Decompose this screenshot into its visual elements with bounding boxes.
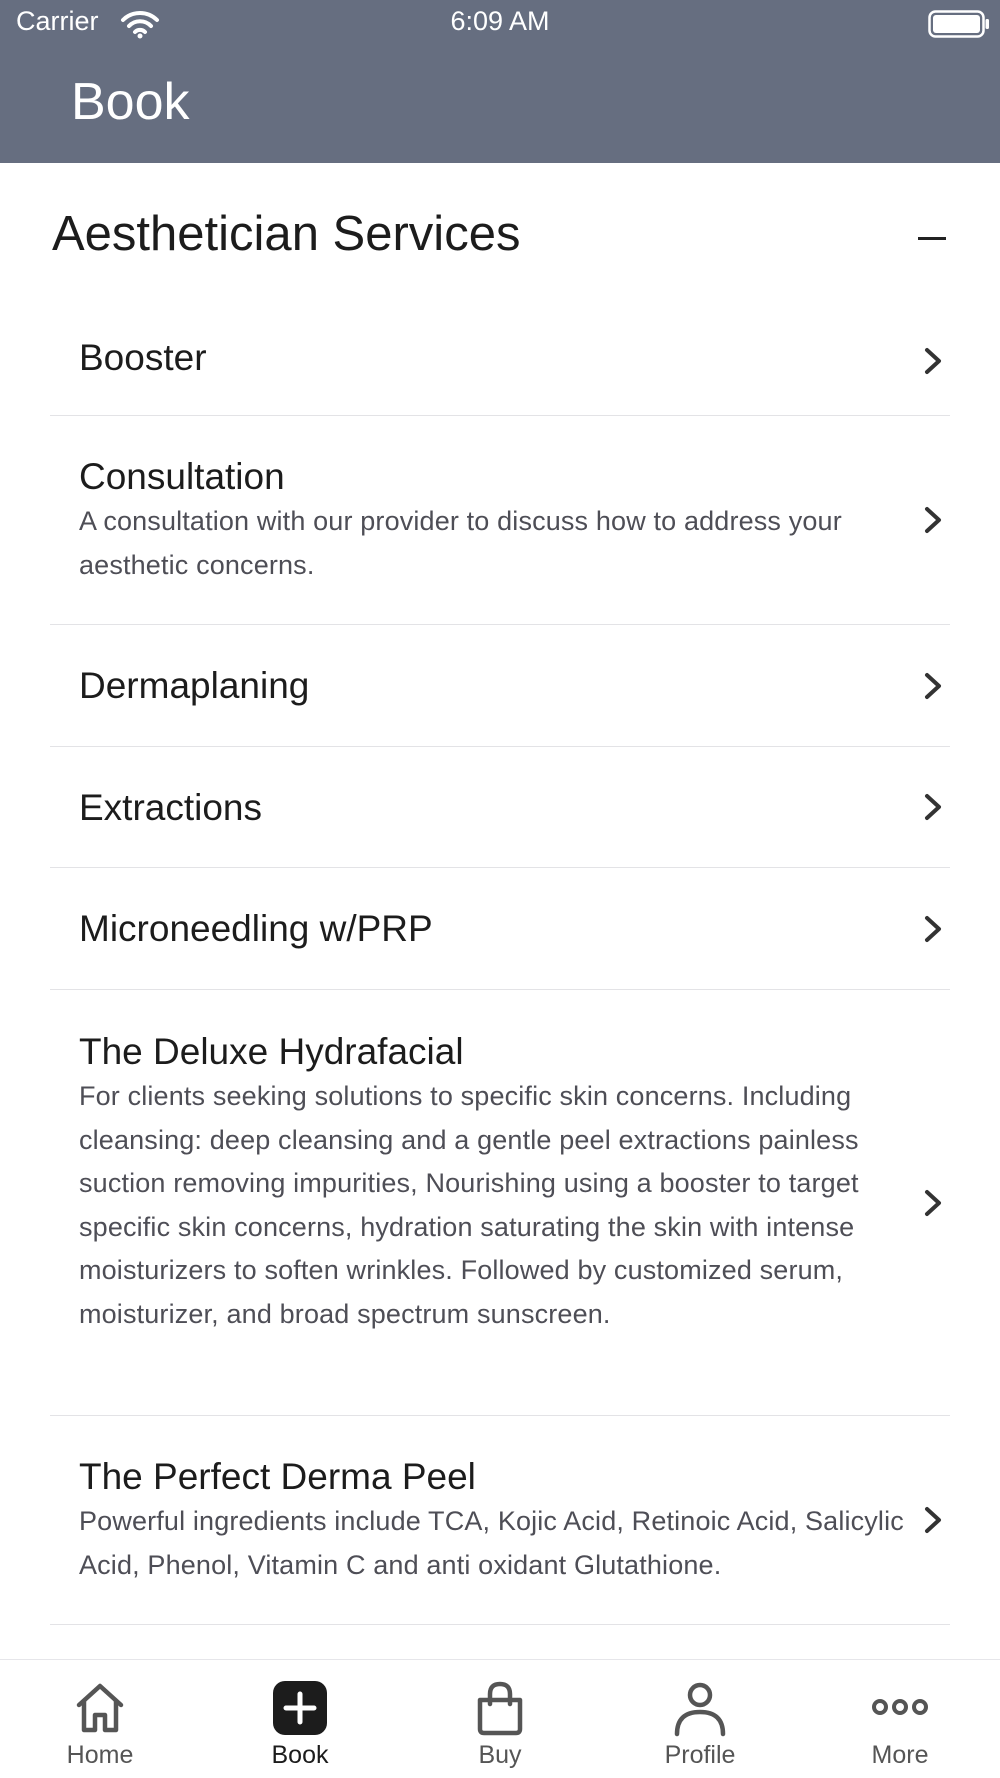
service-name: The Deluxe Hydrafacial xyxy=(79,1031,464,1072)
more-dots-icon xyxy=(872,1699,928,1715)
chevron-right-icon xyxy=(925,347,941,374)
tab-home[interactable]: Home xyxy=(0,1660,200,1778)
chevron-right-icon xyxy=(925,672,941,699)
service-item-booster[interactable]: Booster xyxy=(50,306,950,416)
tab-label: More xyxy=(871,1741,929,1769)
tab-more[interactable]: More xyxy=(800,1660,1000,1778)
chevron-right-icon xyxy=(925,1507,941,1533)
nav-header: Carrier 6:09 AM Book xyxy=(0,0,1000,163)
tab-label: Buy xyxy=(478,1741,522,1769)
service-item-deluxe-hydrafacial[interactable]: The Deluxe Hydrafacial For clients seeki… xyxy=(50,990,950,1416)
service-item-extractions[interactable]: Extractions xyxy=(50,747,950,868)
service-name: Consultation xyxy=(79,456,285,497)
services-list: Booster Consultation A consultation with… xyxy=(50,306,950,1625)
service-item-perfect-derma-peel[interactable]: The Perfect Derma Peel Powerful ingredie… xyxy=(50,1416,950,1625)
page-title: Book xyxy=(71,73,190,131)
service-name: The Perfect Derma Peel xyxy=(79,1456,476,1497)
section-title: Aesthetician Services xyxy=(52,207,521,261)
service-item-microneedling[interactable]: Microneedling w/PRP xyxy=(50,868,950,990)
tab-label: Book xyxy=(271,1741,329,1769)
service-description: For clients seeking solutions to specifi… xyxy=(79,1081,859,1329)
status-bar: Carrier 6:09 AM xyxy=(0,0,1000,44)
plus-square-icon xyxy=(273,1681,327,1735)
service-name: Booster xyxy=(79,337,207,378)
chevron-right-icon xyxy=(925,915,941,942)
service-name: Dermaplaning xyxy=(79,665,310,706)
service-name: Extractions xyxy=(79,787,263,828)
chevron-right-icon xyxy=(925,1189,941,1216)
service-name: Microneedling w/PRP xyxy=(79,908,433,949)
minus-icon xyxy=(918,237,946,240)
collapse-button[interactable] xyxy=(912,219,952,259)
status-time: 6:09 AM xyxy=(450,6,550,36)
home-icon xyxy=(76,1683,124,1733)
shopping-bag-icon xyxy=(477,1681,523,1736)
tab-label: Home xyxy=(66,1741,134,1769)
tab-label: Profile xyxy=(664,1741,736,1769)
chevron-right-icon xyxy=(925,507,941,533)
tab-book[interactable]: Book xyxy=(200,1660,400,1778)
service-description: A consultation with our provider to disc… xyxy=(79,506,842,580)
tab-buy[interactable]: Buy xyxy=(400,1660,600,1778)
section-header[interactable]: Aesthetician Services xyxy=(0,163,1000,306)
service-item-consultation[interactable]: Consultation A consultation with our pro… xyxy=(50,416,950,625)
chevron-right-icon xyxy=(925,794,941,820)
service-item-dermaplaning[interactable]: Dermaplaning xyxy=(50,625,950,747)
service-description: Powerful ingredients include TCA, Kojic … xyxy=(79,1506,904,1580)
battery-icon xyxy=(928,10,989,38)
person-icon xyxy=(674,1682,726,1737)
tab-profile[interactable]: Profile xyxy=(600,1660,800,1778)
tab-bar: Home Book Buy Profile More xyxy=(0,1659,1000,1778)
